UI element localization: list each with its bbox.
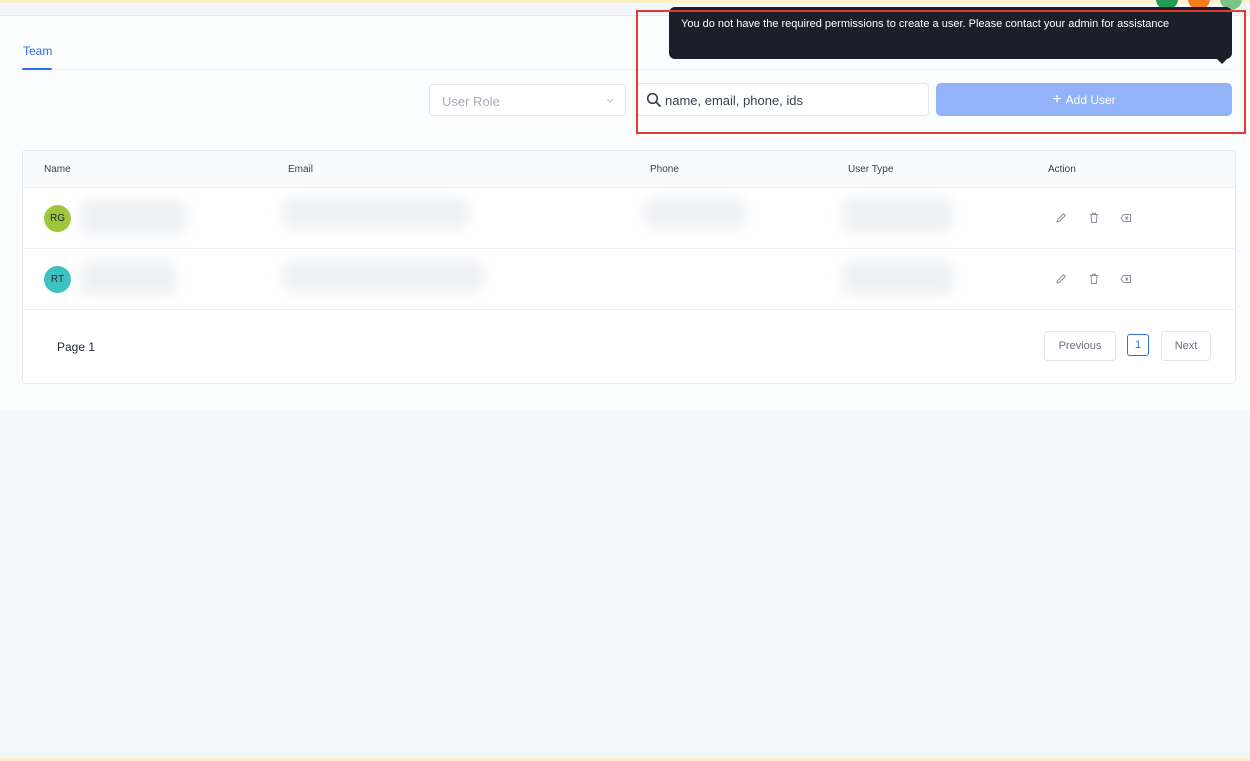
page-number-button[interactable]: 1 xyxy=(1127,334,1149,356)
delete-icon[interactable] xyxy=(1087,272,1101,286)
table-row: RT xyxy=(23,249,1235,310)
redacted-phone xyxy=(645,198,745,228)
users-table: Name Email Phone User Type Action RG RT … xyxy=(22,150,1236,384)
table-row: RG xyxy=(23,188,1235,249)
redacted-name xyxy=(81,200,186,234)
avatar: RT xyxy=(44,266,71,293)
column-header-email: Email xyxy=(288,164,314,175)
remove-icon[interactable] xyxy=(1119,272,1133,286)
column-header-action: Action xyxy=(1048,164,1076,175)
avatar: RG xyxy=(44,205,71,232)
column-header-user-type: User Type xyxy=(848,164,894,175)
page-indicator: Page 1 xyxy=(57,340,96,354)
chevron-down-icon xyxy=(606,98,614,103)
column-header-name: Name xyxy=(44,164,71,175)
redacted-email xyxy=(283,198,468,228)
previous-button[interactable]: Previous xyxy=(1044,331,1116,361)
redacted-email xyxy=(283,261,483,291)
column-header-phone: Phone xyxy=(650,164,679,175)
top-frame-border xyxy=(0,0,1250,3)
active-tab-indicator xyxy=(22,68,52,70)
edit-icon[interactable] xyxy=(1054,272,1068,286)
redacted-name xyxy=(81,261,176,295)
edit-icon[interactable] xyxy=(1054,211,1068,225)
redacted-user-type xyxy=(843,261,953,295)
table-header: Name Email Phone User Type Action xyxy=(23,151,1235,188)
redacted-user-type xyxy=(843,198,953,232)
user-role-select[interactable]: User Role xyxy=(429,84,626,116)
next-button[interactable]: Next xyxy=(1161,331,1211,361)
highlight-box xyxy=(636,10,1246,134)
delete-icon[interactable] xyxy=(1087,211,1101,225)
user-role-placeholder: User Role xyxy=(442,94,500,109)
tab-team[interactable]: Team xyxy=(23,44,52,58)
remove-icon[interactable] xyxy=(1119,211,1133,225)
